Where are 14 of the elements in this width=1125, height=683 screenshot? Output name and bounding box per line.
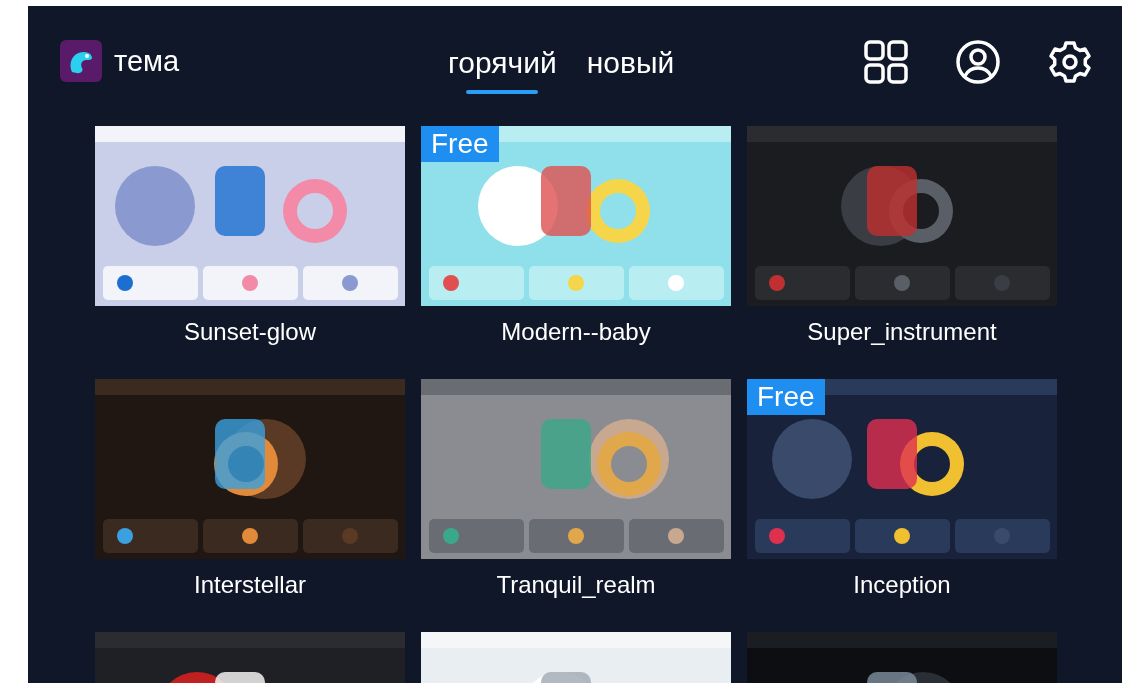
theme-name[interactable]: Interstellar (193, 571, 306, 599)
free-badge: Free (747, 379, 825, 415)
free-badge: Free (421, 126, 499, 162)
tab[interactable]: горячий (442, 40, 563, 94)
app-title: тема (114, 44, 180, 78)
theme-name[interactable]: Inception (853, 571, 951, 599)
grid-icon[interactable] (864, 40, 908, 84)
theme-name[interactable]: Modern--baby (501, 318, 651, 346)
theme-name[interactable]: Super_instrument (807, 318, 997, 346)
settings-icon[interactable] (1048, 40, 1092, 84)
theme-name[interactable]: Sunset-glow (183, 318, 317, 346)
tab[interactable]: новый (580, 40, 681, 94)
user-icon[interactable] (956, 40, 1000, 84)
theme-name[interactable]: Tranquil_realm (496, 571, 656, 599)
